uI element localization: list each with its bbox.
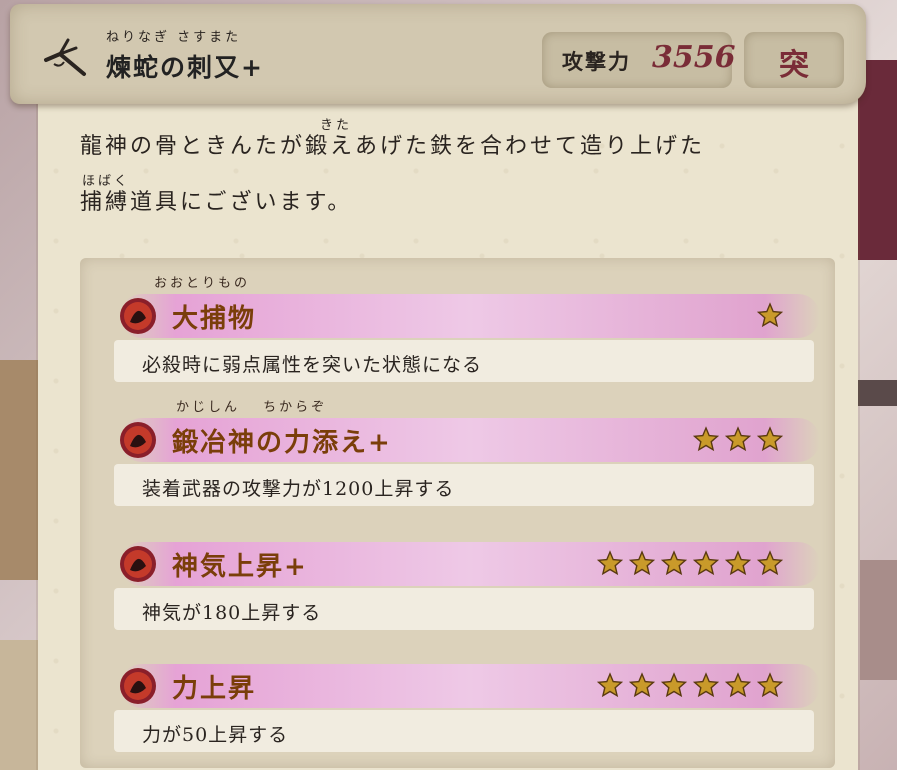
weapon-header: ねりなぎ さすまた 煉蛇の刺又+ 攻撃力 3556 突 — [10, 4, 866, 104]
skill-name: 鍛冶神の力添え+ — [172, 428, 392, 458]
spear-weapon-icon — [44, 38, 86, 76]
description-line-2: 捕縛道具にございます。 — [80, 190, 353, 215]
skill-emblem-icon — [120, 422, 156, 458]
skill-emblem-icon — [120, 546, 156, 582]
skill-ruby: かじしん ちからぞ — [176, 400, 328, 415]
star-icon — [597, 550, 623, 576]
skill-emblem-icon — [120, 668, 156, 704]
skill-name: 力上昇 — [172, 674, 257, 704]
background-stripe — [0, 360, 40, 580]
attack-stat-box: 攻撃力 3556 — [542, 32, 736, 88]
star-icon — [725, 672, 751, 698]
attack-type-box: 突 — [744, 32, 844, 88]
star-icon — [693, 672, 719, 698]
weapon-name-ruby: ねりなぎ さすまた — [106, 30, 242, 45]
skill-description: 神気が180上昇する — [142, 602, 322, 624]
star-icon — [693, 426, 719, 452]
star-icon — [757, 302, 783, 328]
skill-description: 装着武器の攻撃力が1200上昇する — [142, 478, 455, 500]
background-stripe — [860, 560, 897, 680]
star-icon — [693, 550, 719, 576]
star-icon — [725, 550, 751, 576]
skill-description: 力が50上昇する — [142, 724, 289, 746]
skill-row[interactable]: かじしん ちからぞ 鍛冶神の力添え+ 装着武器の攻撃力が1200上昇する — [80, 394, 835, 506]
background-stripe — [0, 640, 40, 770]
star-icon — [629, 550, 655, 576]
star-icon — [661, 672, 687, 698]
skill-name: 大捕物 — [172, 304, 257, 334]
attack-type-label: 突 — [779, 48, 809, 83]
star-icon — [757, 672, 783, 698]
skill-ruby: おおとりもの — [154, 276, 251, 291]
star-icon — [629, 672, 655, 698]
star-icon — [757, 426, 783, 452]
weapon-name: 煉蛇の刺又+ — [106, 53, 264, 82]
star-icon — [661, 550, 687, 576]
skill-row[interactable]: おおとりもの 大捕物 必殺時に弱点属性を突いた状態になる — [80, 270, 835, 382]
skill-row[interactable]: 力上昇 力が50上昇する — [80, 640, 835, 752]
attack-label: 攻撃力 — [562, 49, 631, 74]
skill-star-rating — [693, 426, 783, 452]
skill-row[interactable]: 神気上昇+ 神気が180上昇する — [80, 518, 835, 630]
skill-star-rating — [757, 302, 783, 328]
skill-emblem-icon — [120, 298, 156, 334]
skill-star-rating — [597, 672, 783, 698]
attack-value: 3556 — [652, 40, 736, 75]
star-icon — [725, 426, 751, 452]
skills-panel: おおとりもの 大捕物 必殺時に弱点属性を突いた状態になる かじしん ちからぞ 鍛… — [80, 258, 835, 768]
description-line-1: 龍神の骨ときんたが鍛えあげた鉄を合わせて造り上げた — [80, 134, 706, 159]
skill-description: 必殺時に弱点属性を突いた状態になる — [142, 354, 483, 376]
skill-star-rating — [597, 550, 783, 576]
background-stripe — [855, 380, 897, 406]
star-icon — [597, 672, 623, 698]
skill-name: 神気上昇+ — [172, 552, 308, 582]
star-icon — [757, 550, 783, 576]
